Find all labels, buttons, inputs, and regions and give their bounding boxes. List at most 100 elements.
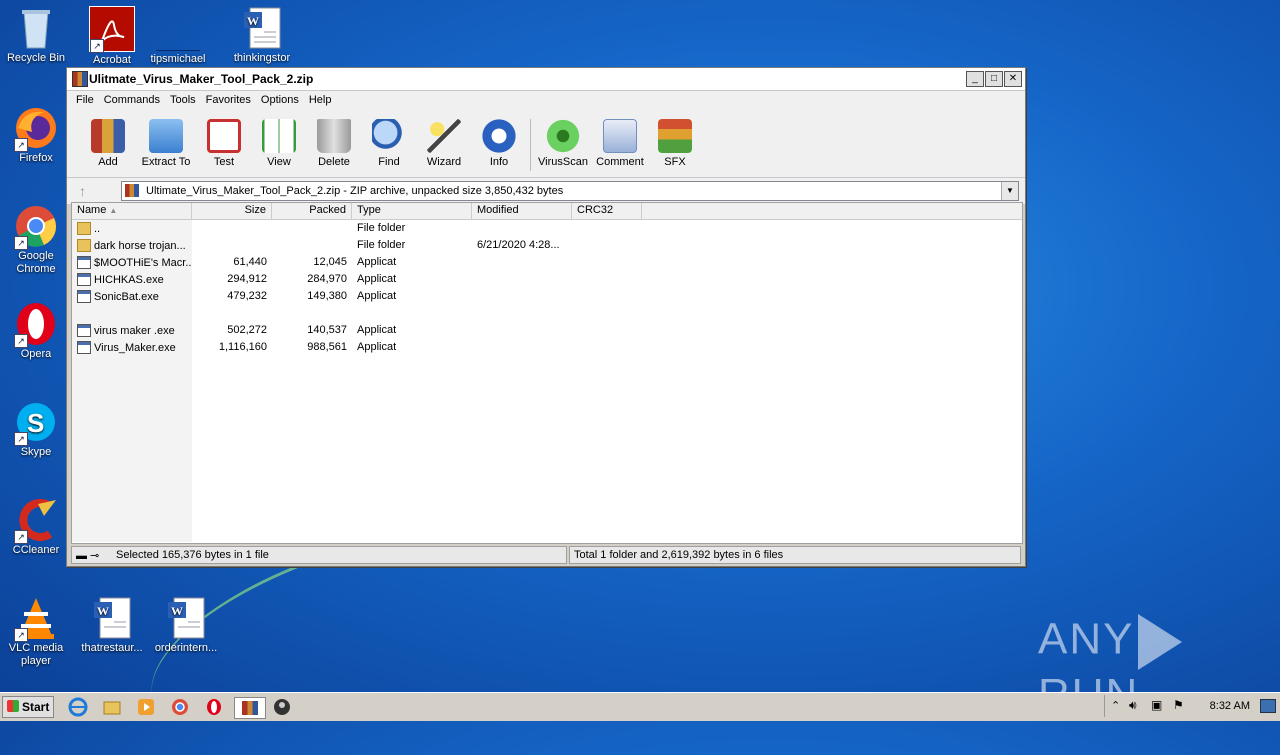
minimize-button[interactable]: _ — [966, 71, 984, 87]
folder-icon — [77, 222, 91, 235]
find-button[interactable]: Find — [360, 115, 418, 168]
toolbar: Add Extract To Test View Delete Find Wiz… — [67, 111, 1025, 178]
desktop-icon-vlc[interactable]: ↗ VLC media player — [0, 596, 72, 668]
opera-icon: ↗ — [14, 302, 58, 348]
svg-text:W: W — [171, 604, 183, 618]
desktop-icon-orderintern[interactable]: W orderintern... — [150, 596, 222, 655]
column-header: Name ▲ Size Packed Type Modified CRC32 — [72, 203, 1022, 220]
desktop-icon-thinkingstor[interactable]: W thinkingstor — [226, 6, 298, 65]
menu-tools[interactable]: Tools — [165, 91, 201, 111]
winrar-icon[interactable] — [234, 697, 266, 719]
explorer-icon[interactable] — [102, 697, 126, 717]
winrar-icon — [72, 71, 88, 87]
clock[interactable]: 8:32 AM — [1210, 700, 1250, 712]
chrome-icon[interactable] — [170, 697, 194, 717]
table-row[interactable]: HICHKAS.exe 294,912 284,970 Applicat — [72, 271, 1022, 288]
desktop-icon-chrome[interactable]: ↗ Google Chrome — [0, 204, 72, 276]
media-player-icon[interactable] — [136, 697, 160, 717]
folder-icon — [77, 239, 91, 252]
table-row[interactable]: SonicBat.exe 479,232 149,380 Applicat — [72, 288, 1022, 305]
wizard-button[interactable]: Wizard — [415, 115, 473, 168]
info-icon — [482, 119, 516, 153]
menu-bar: File Commands Tools Favorites Options He… — [67, 91, 1025, 111]
column-size[interactable]: Size — [192, 203, 272, 219]
ie-icon[interactable] — [68, 697, 92, 717]
column-crc32[interactable]: CRC32 — [572, 203, 642, 219]
archive-path-combobox[interactable]: Ultimate_Virus_Maker_Tool_Pack_2.zip - Z… — [121, 181, 1019, 201]
svg-text:W: W — [247, 14, 259, 28]
extract-to-button[interactable]: Extract To — [137, 115, 195, 168]
desktop-icon-opera[interactable]: ↗ Opera — [0, 302, 72, 361]
up-arrow-icon[interactable]: ↑ — [79, 183, 101, 199]
windows-flag-icon — [7, 700, 19, 712]
view-button[interactable]: View — [250, 115, 308, 168]
word-document-icon: W — [90, 596, 134, 640]
table-row[interactable]: Virus_Maker.exe 1,116,160 988,561 Applic… — [72, 339, 1022, 356]
close-button[interactable]: ✕ — [1004, 71, 1022, 87]
window-title: Ulitmate_Virus_Maker_Tool_Pack_2.zip — [89, 72, 314, 86]
network-icon[interactable]: ▣ — [1151, 698, 1162, 712]
column-name[interactable]: Name ▲ — [72, 203, 192, 219]
desktop-icon-acrobat[interactable]: ↗ Acrobat — [76, 6, 148, 67]
table-row[interactable]: dark horse trojan... File folder 6/21/20… — [72, 237, 1022, 254]
status-right: Total 1 folder and 2,619,392 bytes in 6 … — [569, 546, 1021, 564]
add-button[interactable]: Add — [79, 115, 137, 168]
virusscan-button[interactable]: VirusScan — [534, 115, 592, 168]
archive-path-text: Ultimate_Virus_Maker_Tool_Pack_2.zip - Z… — [146, 185, 564, 197]
file-list[interactable]: Name ▲ Size Packed Type Modified CRC32 .… — [71, 202, 1023, 544]
desktop-icon-tipsmichael[interactable]: tipsmichael — [142, 6, 214, 66]
wand-icon — [427, 119, 461, 153]
drive-icon[interactable]: ▬ ⊸ — [76, 549, 99, 562]
column-type[interactable]: Type — [352, 203, 472, 219]
column-packed[interactable]: Packed — [272, 203, 352, 219]
unknown-app-icon[interactable] — [270, 697, 300, 717]
comment-icon — [603, 119, 637, 153]
start-button[interactable]: Start — [2, 696, 54, 718]
menu-file[interactable]: File — [71, 91, 99, 111]
title-bar[interactable]: Ulitmate_Virus_Maker_Tool_Pack_2.zip _ □… — [67, 68, 1025, 91]
status-bar: ▬ ⊸ Selected 165,376 bytes in 1 file Tot… — [71, 546, 1021, 564]
virus-scan-icon — [546, 119, 580, 153]
table-row[interactable]: .. File folder — [72, 220, 1022, 237]
show-desktop-icon[interactable] — [1260, 699, 1276, 713]
recycle-bin-icon — [14, 6, 58, 50]
winrar-window[interactable]: Ulitmate_Virus_Maker_Tool_Pack_2.zip _ □… — [66, 67, 1026, 567]
menu-favorites[interactable]: Favorites — [201, 91, 256, 111]
vlc-icon: ↗ — [14, 596, 58, 642]
svg-text:W: W — [97, 604, 109, 618]
desktop-icon-thatrestaur[interactable]: W thatrestaur... — [76, 596, 148, 655]
system-tray: ⌃ 🔊︎ ▣ ⚑ 8:32 AM — [1104, 695, 1280, 717]
address-bar: ↑ Ultimate_Virus_Maker_Tool_Pack_2.zip -… — [67, 178, 1025, 205]
acrobat-icon: ↗ — [89, 6, 135, 53]
info-button[interactable]: Info — [470, 115, 528, 168]
table-row[interactable]: $MOOTHiE's Macr... 61,440 12,045 Applica… — [72, 254, 1022, 271]
magnifier-icon — [372, 119, 406, 153]
comment-button[interactable]: Comment — [591, 115, 649, 168]
chevron-down-icon[interactable]: ▼ — [1001, 182, 1018, 200]
taskbar: Start ⌃ 🔊︎ ▣ ⚑ 8:32 AM — [0, 692, 1280, 721]
status-left: ▬ ⊸ Selected 165,376 bytes in 1 file — [71, 546, 567, 564]
opera-icon[interactable] — [204, 697, 228, 717]
word-document-icon: W — [240, 6, 284, 50]
menu-help[interactable]: Help — [304, 91, 337, 111]
action-center-flag-icon[interactable]: ⚑ — [1173, 698, 1184, 712]
toolbar-separator — [530, 119, 531, 171]
volume-icon[interactable]: 🔊︎ — [1129, 698, 1137, 713]
menu-commands[interactable]: Commands — [99, 91, 165, 111]
extract-folder-icon — [149, 119, 183, 153]
test-button[interactable]: Test — [195, 115, 253, 168]
desktop-icon-skype[interactable]: S ↗ Skype — [0, 400, 72, 459]
chevron-up-icon[interactable]: ⌃ — [1111, 699, 1120, 712]
desktop-icon-ccleaner[interactable]: ↗ CCleaner — [0, 498, 72, 557]
word-document-icon: W — [164, 596, 208, 640]
add-archive-icon — [91, 119, 125, 153]
winrar-icon — [125, 184, 139, 197]
sfx-button[interactable]: SFX — [646, 115, 704, 168]
desktop-icon-firefox[interactable]: ↗ Firefox — [0, 106, 72, 165]
delete-button[interactable]: Delete — [305, 115, 363, 168]
desktop-icon-recycle-bin[interactable]: Recycle Bin — [0, 6, 72, 65]
column-modified[interactable]: Modified — [472, 203, 572, 219]
maximize-button[interactable]: □ — [985, 71, 1003, 87]
menu-options[interactable]: Options — [256, 91, 304, 111]
table-row[interactable]: virus maker .exe 502,272 140,537 Applica… — [72, 322, 1022, 339]
